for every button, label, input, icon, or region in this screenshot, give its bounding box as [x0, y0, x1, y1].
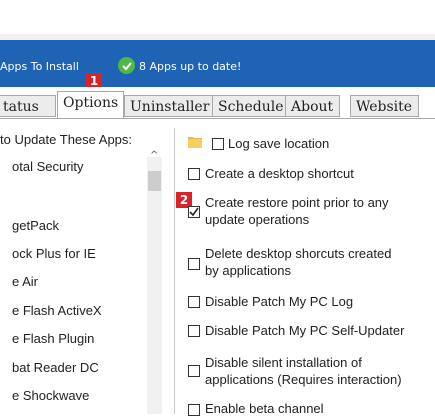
folder-icon[interactable] — [188, 135, 202, 148]
list-item[interactable]: e Air — [12, 274, 38, 289]
column-divider — [174, 128, 175, 414]
option-disable-self-updater: Disable Patch My PC Self-Updater — [205, 323, 405, 338]
option-delete-shortcuts-line2: by applications — [205, 263, 291, 278]
beta-channel-checkbox[interactable] — [188, 404, 200, 416]
option-disable-log: Disable Patch My PC Log — [205, 294, 354, 309]
up-to-date-status: 8 Apps up to date! — [139, 60, 242, 73]
option-restore-point-line1: Create restore point prior to any — [205, 195, 389, 210]
tab-schedule[interactable]: Schedule — [212, 95, 286, 117]
list-item[interactable]: e Shockwave — [12, 388, 89, 403]
list-item[interactable]: e Flash ActiveX — [12, 303, 102, 318]
scroll-up-icon[interactable]: ^ — [150, 150, 158, 161]
tab-status[interactable]: tatus — [0, 95, 56, 117]
apps-list-title: to Update These Apps: — [0, 132, 133, 147]
checkmark-icon — [189, 207, 199, 217]
tab-about[interactable]: About — [285, 95, 340, 117]
option-delete-shortcuts-line1: Delete desktop shorcuts created — [205, 246, 392, 261]
list-item[interactable]: otal Security — [12, 159, 84, 174]
disable-log-checkbox[interactable] — [188, 296, 200, 308]
disable-self-updater-checkbox[interactable] — [188, 325, 200, 337]
apps-to-install-status: Apps To Install — [0, 60, 79, 73]
option-beta-channel: Enable beta channel — [205, 401, 324, 416]
scrollbar-thumb[interactable] — [148, 171, 161, 191]
tab-options[interactable]: Options — [57, 91, 124, 119]
log-save-location-checkbox[interactable] — [212, 138, 224, 150]
apps-scrollbar[interactable] — [147, 157, 162, 414]
tab-uninstaller[interactable]: Uninstaller — [124, 95, 213, 117]
disable-silent-install-checkbox[interactable] — [188, 365, 200, 377]
title-bar — [0, 0, 435, 34]
list-item[interactable]: e Flash Plugin — [12, 331, 94, 346]
list-item[interactable]: getPack — [12, 218, 59, 233]
option-log-save-location: Log save location — [228, 136, 330, 151]
delete-shortcuts-checkbox[interactable] — [188, 258, 200, 270]
option-restore-point-line2: update operations — [205, 212, 310, 227]
option-disable-silent-line2: applications (Requires interaction) — [205, 372, 402, 387]
tab-website[interactable]: Website — [350, 95, 419, 117]
app-window: Apps To Install 8 Apps up to date! 1 tat… — [0, 0, 435, 416]
list-item[interactable]: ock Plus for IE — [12, 246, 96, 261]
restore-point-checkbox[interactable] — [188, 206, 200, 218]
check-icon — [118, 57, 135, 74]
option-desktop-shortcut: Create a desktop shortcut — [205, 166, 354, 181]
list-item[interactable]: bat Reader DC — [12, 360, 99, 375]
desktop-shortcut-checkbox[interactable] — [188, 168, 200, 180]
option-disable-silent-line1: Disable silent installation of — [205, 355, 362, 370]
apps-list[interactable]: otal Security getPack ock Plus for IE e … — [12, 157, 150, 414]
